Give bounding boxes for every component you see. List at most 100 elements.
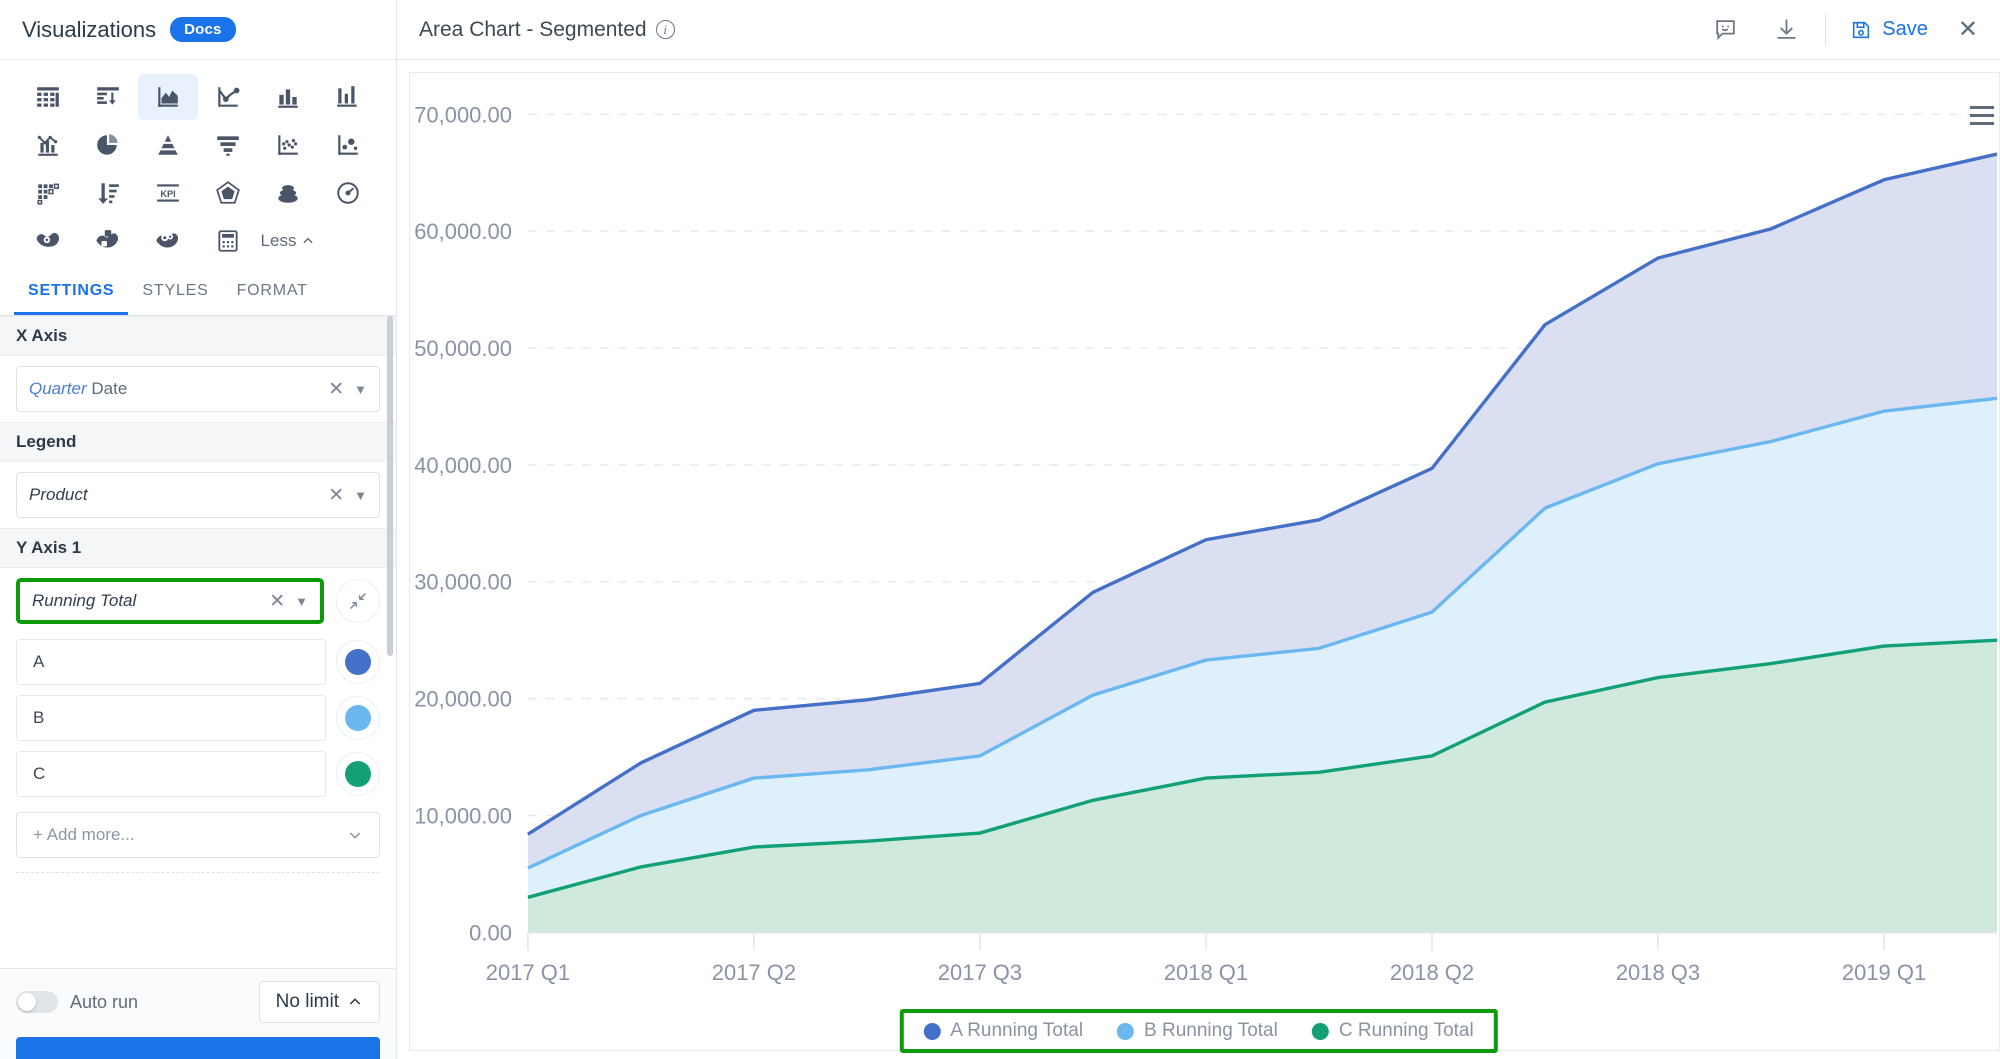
info-icon[interactable]: i (655, 20, 675, 39)
line-chart-icon[interactable] (198, 74, 258, 120)
table-icon[interactable] (18, 74, 78, 120)
less-toggle[interactable]: Less (258, 218, 318, 264)
settings-panel: X Axis Quarter Date ✕ ▼ Legend Product ✕… (0, 316, 396, 968)
chart-container: 0.00 10,000.00 20,000.00 30,000.00 40,000.00… (397, 60, 2000, 1059)
floppy-disk-icon (1853, 21, 1870, 38)
sort-descending-icon[interactable] (78, 170, 138, 216)
series-color-button-c[interactable] (336, 752, 380, 796)
y-axis-field[interactable]: Running Total ✕ ▼ (16, 578, 324, 624)
y-axis-chevron-down-icon[interactable]: ▼ (291, 594, 308, 609)
series-label-a[interactable]: A (16, 639, 326, 685)
x-axis-tick-label: 2017 Q2 (712, 960, 796, 985)
x-axis-field[interactable]: Quarter Date ✕ ▼ (16, 366, 380, 412)
legend-dot-a (923, 1022, 941, 1040)
series-color-swatch-c (345, 761, 371, 787)
series-color-swatch-a (345, 649, 371, 675)
x-axis-tick-label: 2018 Q1 (1164, 960, 1248, 985)
docs-badge[interactable]: Docs (170, 17, 236, 42)
combo-chart-icon[interactable] (18, 122, 78, 168)
y-axis-row: Running Total ✕ ▼ (0, 568, 396, 634)
chart-legend: A Running Total B Running Total C Runnin… (899, 1009, 1498, 1053)
tab-settings[interactable]: SETTINGS (14, 272, 129, 315)
x-axis-tick-label: 2018 Q2 (1390, 960, 1474, 985)
column-chart-icon[interactable] (318, 74, 378, 120)
auto-run-switch[interactable] (16, 991, 58, 1013)
legend-label-a: A Running Total (950, 1020, 1084, 1041)
legend-chevron-down-icon[interactable]: ▼ (350, 488, 367, 503)
map-region-icon[interactable] (18, 218, 78, 264)
y-axis-tick-label: 30,000.00 (414, 570, 512, 595)
map-pin-icon[interactable] (138, 218, 198, 264)
chart-menu-icon[interactable] (1970, 106, 1994, 130)
chart-title-group: Area Chart - Segmented i (419, 18, 675, 42)
auto-run-knob (18, 993, 36, 1011)
series-label-b[interactable]: B (16, 695, 326, 741)
y-axis-tick-label: 50,000.00 (414, 336, 512, 361)
radar-chart-icon[interactable] (198, 170, 258, 216)
pyramid-chart-icon[interactable] (138, 122, 198, 168)
auto-run-toggle[interactable]: Auto run (16, 991, 138, 1013)
legend-item-b[interactable]: B Running Total (1117, 1020, 1278, 1042)
gauge-chart-icon[interactable] (318, 170, 378, 216)
x-axis-field-accent: Quarter (29, 379, 87, 398)
series-color-swatch-b (345, 705, 371, 731)
x-axis-tick-label: 2017 Q3 (938, 960, 1022, 985)
pie-chart-icon[interactable] (78, 122, 138, 168)
series-color-button-b[interactable] (336, 696, 380, 740)
x-axis-clear-icon[interactable]: ✕ (322, 378, 350, 401)
kpi-icon[interactable]: KPI (138, 170, 198, 216)
scatter-plot-icon[interactable] (258, 122, 318, 168)
footer-controls: Auto run No limit (16, 981, 380, 1023)
funnel-chart-icon[interactable] (198, 122, 258, 168)
calculator-icon[interactable] (198, 218, 258, 264)
map-choropleth-icon[interactable] (78, 218, 138, 264)
visualizations-sidebar: Visualizations Docs KPI Less SETTINGS ST… (0, 0, 397, 1059)
x-axis-field-rest: Date (86, 379, 128, 398)
section-x-axis-heading: X Axis (0, 316, 396, 356)
matrix-icon[interactable] (18, 170, 78, 216)
row-limit-button[interactable]: No limit (258, 981, 380, 1023)
visualization-type-grid: KPI Less (0, 60, 396, 268)
legend-field[interactable]: Product ✕ ▼ (16, 472, 380, 518)
save-button[interactable]: Save (1834, 18, 1944, 41)
legend-clear-icon[interactable]: ✕ (322, 484, 350, 507)
donut-stack-icon[interactable] (258, 170, 318, 216)
bubble-chart-icon[interactable] (318, 122, 378, 168)
tab-styles[interactable]: STYLES (128, 272, 222, 315)
close-icon[interactable]: ✕ (1944, 15, 1988, 44)
header-divider (1825, 13, 1827, 46)
section-divider (16, 872, 380, 873)
y-axis-clear-icon[interactable]: ✕ (263, 590, 291, 613)
svg-text:KPI: KPI (160, 189, 175, 199)
run-query-button[interactable] (16, 1037, 380, 1059)
pivot-table-icon[interactable] (78, 74, 138, 120)
add-more-button[interactable]: + Add more... (16, 812, 380, 858)
download-icon[interactable] (1756, 17, 1817, 42)
main-header: Area Chart - Segmented i Save ✕ (397, 0, 2000, 60)
save-label: Save (1882, 18, 1928, 40)
collapse-series-button[interactable] (336, 579, 380, 623)
x-axis-chevron-down-icon[interactable]: ▼ (350, 382, 367, 397)
series-color-button-a[interactable] (336, 640, 380, 684)
settings-scrollbar[interactable] (387, 316, 393, 656)
area-chart-plot[interactable]: 0.00 10,000.00 20,000.00 30,000.00 40,000.00… (410, 73, 1999, 1050)
y-axis-field-text: Running Total (32, 591, 137, 610)
legend-item-c[interactable]: C Running Total (1311, 1020, 1474, 1042)
section-legend-heading: Legend (0, 422, 396, 462)
add-more-label: + Add more... (33, 825, 135, 844)
series-row-b: B (0, 690, 396, 746)
row-limit-label: No limit (275, 991, 339, 1012)
series-label-c[interactable]: C (16, 751, 326, 797)
legend-row: Product ✕ ▼ (0, 462, 396, 528)
series-row-a: A (0, 634, 396, 690)
x-axis-tick-label: 2018 Q3 (1616, 960, 1700, 985)
x-axis-tick-label: 2017 Q1 (486, 960, 570, 985)
bar-chart-icon[interactable] (258, 74, 318, 120)
auto-run-label: Auto run (70, 991, 139, 1012)
area-chart-icon[interactable] (138, 74, 198, 120)
feedback-smiley-icon[interactable] (1695, 17, 1756, 42)
legend-item-a[interactable]: A Running Total (923, 1020, 1083, 1042)
x-axis-field-text: Quarter Date (29, 379, 322, 399)
y-axis-tick-label: 20,000.00 (414, 687, 512, 712)
tab-format[interactable]: FORMAT (223, 272, 322, 315)
